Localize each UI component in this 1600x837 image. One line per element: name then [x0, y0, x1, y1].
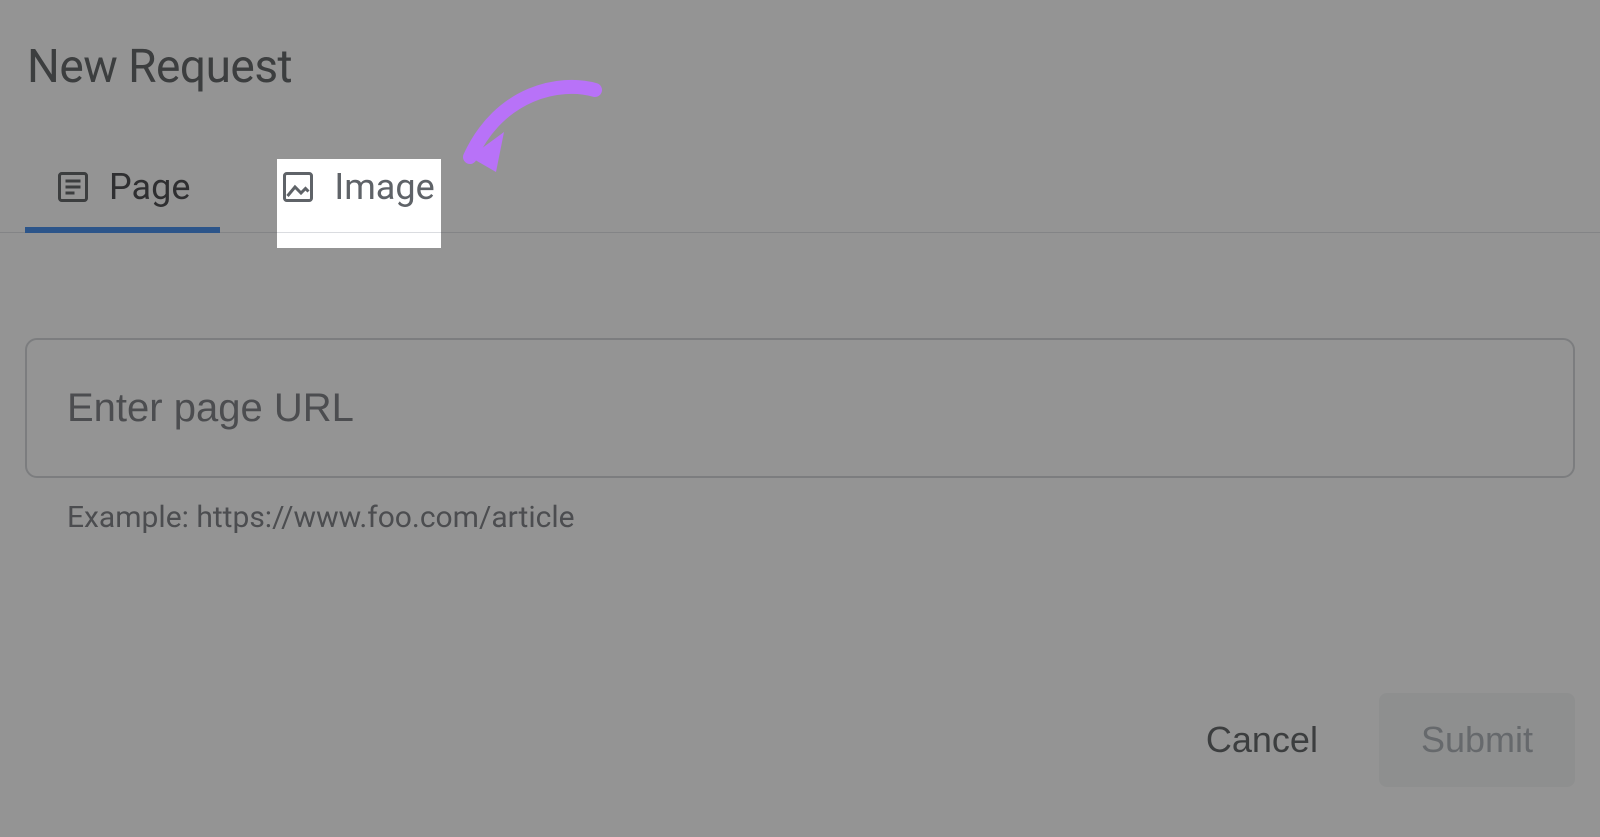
tab-image-label: Image: [334, 166, 434, 208]
url-field-wrap: Example: https://www.foo.com/article: [25, 338, 1575, 535]
tab-page-label: Page: [109, 166, 190, 208]
tab-image[interactable]: Image: [250, 142, 464, 232]
tab-bar: Page Image: [0, 142, 1600, 233]
page-icon: [55, 169, 91, 205]
cancel-button[interactable]: Cancel: [1200, 709, 1324, 771]
dialog-actions: Cancel Submit: [1200, 693, 1575, 787]
submit-button[interactable]: Submit: [1379, 693, 1575, 787]
url-example-text: Example: https://www.foo.com/article: [67, 500, 1575, 535]
new-request-dialog: New Request Page Image: [0, 0, 1600, 837]
page-url-input[interactable]: [25, 338, 1575, 478]
tab-page[interactable]: Page: [25, 142, 220, 232]
dialog-title: New Request: [27, 40, 1575, 94]
image-icon: [280, 169, 316, 205]
